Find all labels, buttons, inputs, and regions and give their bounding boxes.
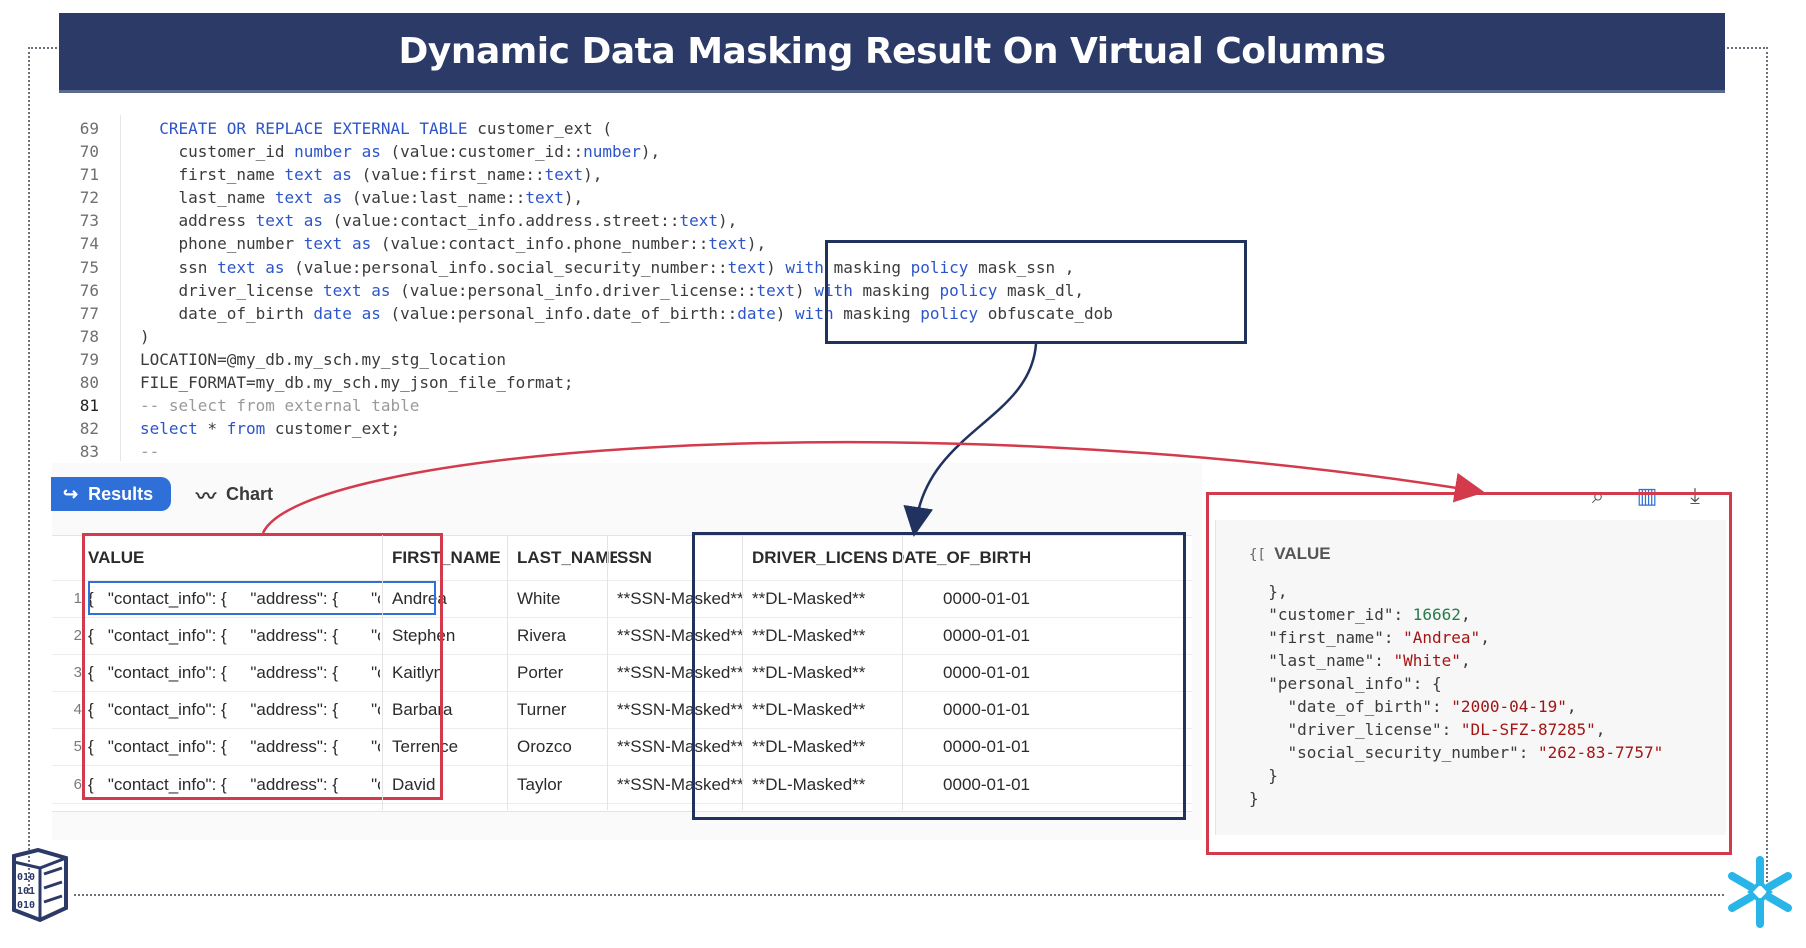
code-line[interactable]: 72 last_name text as (value:last_name::t…	[54, 186, 1754, 209]
line-number: 76	[79, 280, 99, 300]
masked-columns-highlight	[692, 532, 1186, 820]
column-separator[interactable]	[507, 535, 508, 810]
line-number: 77	[79, 303, 99, 323]
code-line[interactable]: 80 FILE_FORMAT=my_db.my_sch.my_json_file_…	[54, 371, 1754, 394]
cell-last[interactable]: Orozco	[517, 728, 617, 765]
return-arrow-icon: ↪	[63, 483, 79, 504]
row-number: 1	[73, 590, 82, 607]
column-header-last-name[interactable]: LAST_NAME	[517, 536, 617, 580]
code-text: CREATE OR REPLACE EXTERNAL TABLE custome…	[159, 119, 613, 138]
line-number: 75	[79, 257, 99, 277]
code-text: --	[140, 442, 160, 462]
code-line[interactable]: 73 address text as (value:contact_info.a…	[54, 209, 1754, 232]
chart-tab-button[interactable]: 〰 Chart	[196, 477, 273, 511]
svg-text:010: 010	[17, 872, 35, 883]
line-number: 78	[79, 326, 99, 346]
code-line[interactable]: 70 customer_id number as (value:customer…	[54, 140, 1754, 163]
line-number: 81	[79, 396, 99, 416]
code-text: address text as (value:contact_info.addr…	[140, 211, 738, 231]
line-number: 73	[79, 211, 99, 231]
code-line[interactable]: 71 first_name text as (value:first_name:…	[54, 163, 1754, 186]
cell-last[interactable]: Porter	[517, 654, 617, 691]
row-number: 6	[73, 775, 82, 793]
line-chart-icon: 〰	[196, 485, 216, 508]
line-number: 80	[79, 373, 99, 393]
row-number: 2	[73, 627, 82, 645]
cell-last[interactable]: Turner	[517, 691, 617, 728]
line-number: 74	[79, 234, 99, 254]
cell-last[interactable]: White	[517, 580, 617, 617]
code-text: last_name text as (value:last_name::text…	[140, 188, 584, 208]
column-separator[interactable]	[902, 535, 903, 810]
line-number: 71	[79, 165, 99, 185]
code-text: select * from customer_ext;	[140, 419, 401, 439]
line-number: 72	[79, 188, 99, 208]
svg-text:010: 010	[17, 900, 35, 911]
value-column-highlight	[82, 533, 443, 800]
code-text: first_name text as (value:first_name::te…	[140, 165, 603, 185]
binary-cube-logo-icon: 010 101 010	[12, 848, 68, 923]
cell-last[interactable]: Rivera	[517, 617, 617, 654]
results-tab-label: Results	[88, 483, 154, 504]
page-title: Dynamic Data Masking Result On Virtual C…	[398, 31, 1386, 72]
line-number: 79	[79, 349, 99, 369]
code-text: FILE_FORMAT=my_db.my_sch.my_json_file_fo…	[140, 373, 574, 393]
code-line[interactable]: 82 select * from customer_ext;	[54, 417, 1754, 440]
line-number: 69	[79, 119, 99, 138]
snowflake-logo-icon	[1728, 856, 1792, 928]
code-text: customer_id number as (value:customer_id…	[140, 142, 661, 162]
code-line[interactable]: 79 LOCATION=@my_db.my_sch.my_stg_location	[54, 348, 1754, 371]
code-text: )	[140, 326, 150, 346]
line-number: 70	[79, 142, 99, 162]
code-text: -- select from external table	[140, 396, 420, 416]
title-banner: Dynamic Data Masking Result On Virtual C…	[59, 13, 1725, 93]
line-number: 82	[79, 419, 99, 439]
row-number: 5	[73, 738, 82, 756]
svg-text:101: 101	[17, 886, 35, 897]
chart-tab-label: Chart	[226, 483, 274, 504]
code-line[interactable]: 81 -- select from external table	[54, 394, 1754, 417]
masking-policy-highlight	[825, 240, 1247, 344]
row-number: 3	[73, 664, 82, 682]
dotted-frame-bottom	[74, 894, 1724, 896]
column-separator[interactable]	[607, 535, 608, 810]
code-line[interactable]: 83 --	[54, 440, 1754, 463]
cell-last[interactable]: Taylor	[517, 766, 617, 803]
column-separator[interactable]	[742, 535, 743, 810]
results-tab-button[interactable]: ↪ Results	[51, 477, 171, 511]
column-separator[interactable]	[382, 535, 383, 810]
detail-panel-highlight	[1206, 492, 1732, 855]
code-text: phone_number text as (value:contact_info…	[140, 234, 767, 254]
code-text: LOCATION=@my_db.my_sch.my_stg_location	[140, 349, 507, 369]
row-number: 4	[73, 701, 82, 719]
line-number: 83	[79, 442, 99, 462]
code-line[interactable]: 69 CREATE OR REPLACE EXTERNAL TABLE cust…	[54, 117, 1754, 140]
